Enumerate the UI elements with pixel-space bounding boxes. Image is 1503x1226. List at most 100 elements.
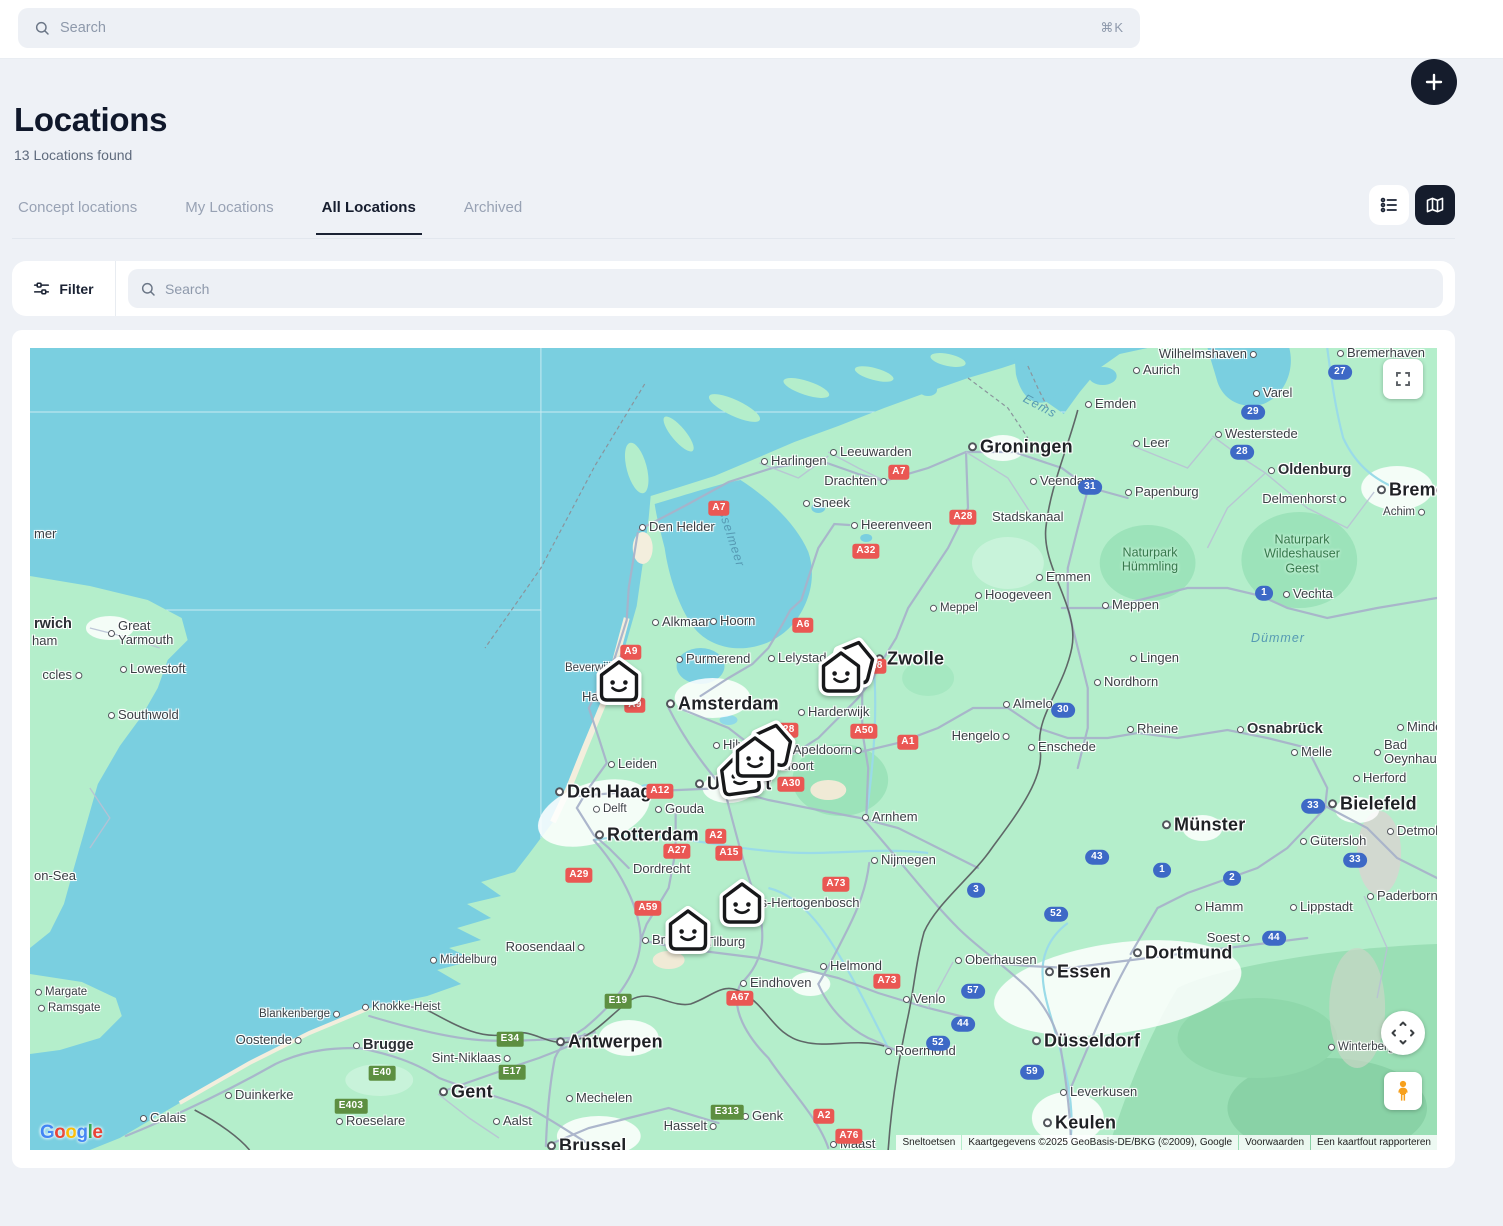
map-canvas[interactable]: mer rwich ham Great Yarmouth ccles Lowestoft So… bbox=[30, 348, 1437, 1150]
map-road-shield: 44 bbox=[951, 1016, 975, 1032]
map-city-label-text: Mechelen bbox=[576, 1089, 633, 1105]
map-city-label: Hasselt bbox=[664, 1118, 717, 1133]
attribution-link[interactable]: Voorwaarden bbox=[1239, 1135, 1311, 1150]
map-city-label: Oostende bbox=[235, 1031, 302, 1047]
map-city-label-text: Varel bbox=[1263, 384, 1293, 400]
map-city-label-text: Vechta bbox=[1293, 585, 1333, 601]
map-road-shield: E34 bbox=[496, 1031, 524, 1047]
map-city-label: Hengelo bbox=[952, 728, 1010, 743]
map-road-shield: A76 bbox=[835, 1128, 863, 1144]
map-road-shield: 57 bbox=[961, 983, 985, 999]
map-city-label-text: Detmold bbox=[1397, 822, 1437, 838]
map-road-shield: A12 bbox=[646, 783, 674, 799]
map-city-label: Sneek bbox=[803, 494, 850, 510]
fullscreen-button[interactable] bbox=[1383, 359, 1423, 399]
house-smiley-icon bbox=[818, 637, 878, 696]
map-city-label-text: Drachten bbox=[824, 472, 877, 488]
tab-concept-locations[interactable]: Concept locations bbox=[16, 193, 139, 234]
map-city-label: Drachten bbox=[824, 472, 887, 488]
map-road-shield: 1 bbox=[1255, 585, 1273, 601]
location-marker[interactable] bbox=[640, 883, 736, 984]
attribution-link[interactable]: Sneltoetsen bbox=[896, 1135, 962, 1150]
attribution-link[interactable]: Kaartgegevens ©2025 GeoBasis-DE/BKG (©20… bbox=[962, 1135, 1239, 1150]
map-city-label: Calais bbox=[140, 1110, 186, 1125]
map-card: mer rwich ham Great Yarmouth ccles Lowestoft So… bbox=[12, 330, 1455, 1168]
tab-archived[interactable]: Archived bbox=[462, 193, 524, 234]
map-city-label: Delmenhorst bbox=[1262, 491, 1346, 506]
map-city-label-text: Leeuwarden bbox=[840, 443, 912, 459]
map-city-label-text: Eindhoven bbox=[750, 974, 812, 990]
map-city-label: Sint-Niklaas bbox=[432, 1050, 511, 1065]
map-city-label-text: Gouda bbox=[665, 800, 705, 816]
map-city-label-text: Lingen bbox=[1140, 649, 1180, 665]
pan-arrows-icon bbox=[1391, 1021, 1415, 1045]
map-park-label: Naturpark Wildeshauser Geest bbox=[1264, 532, 1340, 576]
map-city-label: Vechta bbox=[1283, 585, 1333, 601]
map-city-label: Roermond bbox=[885, 1043, 956, 1058]
map-city-label-text: Roeselare bbox=[346, 1112, 406, 1128]
map-road-shield: 52 bbox=[1044, 906, 1068, 922]
map-city-label-text: Meppen bbox=[1112, 596, 1159, 612]
tab-all-locations[interactable]: All Locations bbox=[315, 193, 423, 235]
map-city-label: Brussel bbox=[547, 1135, 626, 1150]
location-marker[interactable] bbox=[707, 710, 803, 811]
global-search-input[interactable]: Search ⌘K bbox=[18, 8, 1140, 48]
map-city-label: Oberhausen bbox=[955, 952, 1037, 967]
map-road-shield: A2 bbox=[705, 828, 727, 844]
map-road-shield: A67 bbox=[726, 990, 754, 1006]
tabs-bar: Concept locations My Locations All Locat… bbox=[12, 185, 1455, 239]
keyboard-shortcut-hint: ⌘K bbox=[1100, 20, 1124, 35]
google-maps-logo[interactable]: Google bbox=[40, 1122, 103, 1144]
map-city-label: Stadskanaal bbox=[992, 509, 1064, 524]
map-city-label-text: Blankenberge bbox=[259, 1007, 330, 1020]
location-marker[interactable] bbox=[793, 625, 889, 726]
map-city-label: Knokke-Heist bbox=[362, 1001, 440, 1013]
map-road-shield: 44 bbox=[1262, 930, 1286, 946]
map-city-label-text: Herford bbox=[1363, 769, 1407, 785]
map-city-label: Gouda bbox=[655, 800, 705, 816]
map-city-label: Ramsgate bbox=[38, 1002, 100, 1014]
map-city-label: Bremen bbox=[1377, 479, 1437, 499]
map-city-label: Emden bbox=[1085, 396, 1136, 411]
pegman-icon bbox=[1398, 1080, 1408, 1101]
list-icon bbox=[1380, 197, 1397, 213]
filter-button[interactable]: Filter bbox=[12, 261, 115, 316]
map-city-label: Varel bbox=[1253, 384, 1293, 400]
location-marker[interactable] bbox=[571, 634, 667, 735]
add-location-button[interactable] bbox=[1411, 59, 1457, 105]
map-city-label: Paderborn bbox=[1367, 888, 1437, 903]
map-city-label-text: Ramsgate bbox=[48, 1001, 101, 1014]
map-city-label-text: Oostende bbox=[235, 1031, 292, 1047]
map-road-shield: E17 bbox=[498, 1064, 526, 1080]
map-city-label-text: Antwerpen bbox=[568, 1031, 663, 1052]
list-view-button[interactable] bbox=[1369, 185, 1409, 225]
map-city-label: Hoorn bbox=[710, 613, 755, 628]
map-city-label-text: Sneek bbox=[813, 494, 850, 510]
map-city-label-text: Lowestoft bbox=[130, 660, 186, 676]
map-water-label: IJsselmeer bbox=[712, 497, 748, 569]
map-road-shield: 27 bbox=[1328, 364, 1352, 380]
map-city-label: Hamm bbox=[1195, 899, 1243, 914]
pan-control-button[interactable] bbox=[1381, 1011, 1425, 1055]
map-city-label: Leiden bbox=[608, 756, 657, 771]
pegman-street-view-button[interactable] bbox=[1384, 1072, 1422, 1110]
map-city-label-text: Gütersloh bbox=[1310, 832, 1367, 848]
map-city-label-text: Veendam bbox=[1040, 472, 1095, 488]
locations-search-input[interactable]: Search bbox=[128, 269, 1443, 308]
page-header: Locations 13 Locations found bbox=[0, 59, 1503, 163]
map-city-label: Soest bbox=[1207, 930, 1250, 945]
map-attribution: Sneltoetsen Kaartgegevens ©2025 GeoBasis-… bbox=[896, 1135, 1437, 1150]
map-city-label: Herford bbox=[1353, 769, 1407, 785]
map-view-button[interactable] bbox=[1415, 185, 1455, 225]
map-city-label-text: Aalst bbox=[503, 1112, 532, 1128]
map-city-label: Blankenberge bbox=[259, 1008, 340, 1020]
tab-my-locations[interactable]: My Locations bbox=[183, 193, 275, 234]
map-city-label: Rheine bbox=[1127, 721, 1178, 736]
map-city-label-text: Nijmegen bbox=[881, 851, 936, 867]
map-city-label: Meppen bbox=[1102, 596, 1159, 612]
search-icon bbox=[141, 282, 155, 296]
attribution-link[interactable]: Een kaartfout rapporteren bbox=[1311, 1135, 1437, 1150]
map-city-label: Almelo bbox=[1003, 696, 1053, 711]
map-icon bbox=[1426, 197, 1444, 213]
map-city-label: on-Sea bbox=[34, 868, 76, 883]
